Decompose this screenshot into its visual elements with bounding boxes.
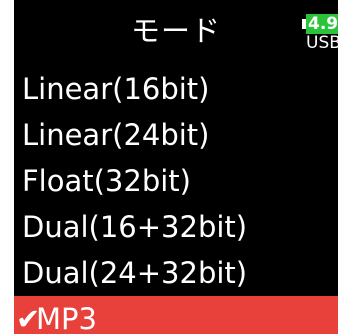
- menu-item-mp3[interactable]: ✔MP3: [14, 296, 338, 334]
- menu-item-dual-24-32bit[interactable]: Dual(24+32bit): [14, 250, 338, 296]
- menu-item-label: Dual(16+32bit): [22, 210, 248, 244]
- power-source-label: USB: [306, 34, 338, 52]
- title-bar: モード 4.9 USB: [14, 0, 338, 61]
- menu-item-label: Dual(24+32bit): [22, 256, 248, 290]
- page-title: モード: [130, 14, 221, 48]
- menu-item-linear-24bit[interactable]: Linear(24bit): [14, 112, 338, 158]
- menu-item-label: Linear(16bit): [22, 72, 210, 106]
- device-screen: モード 4.9 USB Linear(16bit) Linear(24bit) …: [14, 0, 338, 334]
- checkmark-icon: ✔: [16, 302, 41, 334]
- menu-item-label: MP3: [36, 302, 97, 334]
- menu-item-label: Linear(24bit): [22, 118, 210, 152]
- battery-indicator: 4.9 USB: [302, 10, 338, 54]
- menu-item-float-32bit[interactable]: Float(32bit): [14, 158, 338, 204]
- menu-item-dual-16-32bit[interactable]: Dual(16+32bit): [14, 204, 338, 250]
- menu-item-label: Float(32bit): [22, 164, 191, 198]
- menu-item-linear-16bit[interactable]: Linear(16bit): [14, 66, 338, 112]
- battery-level: 4.9: [306, 14, 338, 34]
